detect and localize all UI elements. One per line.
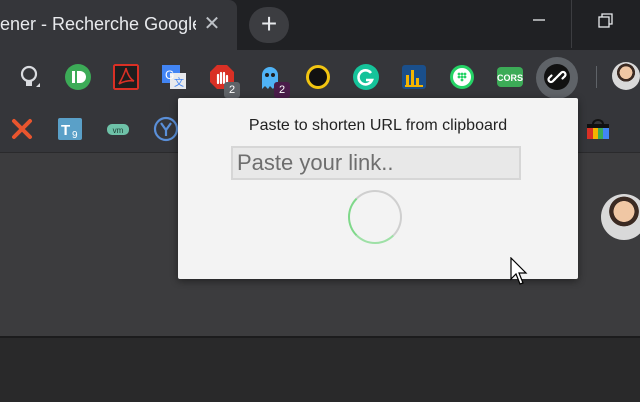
loading-spinner: [348, 190, 402, 244]
profile-avatar[interactable]: [612, 62, 640, 90]
popup-title: Paste to shorten URL from clipboard: [248, 117, 508, 134]
lightbulb-icon[interactable]: [16, 63, 44, 91]
bottom-bar: [0, 336, 640, 402]
tab-close-icon[interactable]: ✕: [202, 12, 222, 36]
svg-text:9: 9: [72, 130, 78, 141]
restore-button[interactable]: [574, 0, 640, 48]
link-icon[interactable]: [543, 63, 571, 91]
browser-tab[interactable]: ener - Recherche Google ✕: [0, 0, 237, 50]
analytics-icon[interactable]: [400, 63, 428, 91]
toolbar-divider: [596, 66, 597, 88]
dial-icon[interactable]: [448, 63, 476, 91]
svg-text:vm: vm: [113, 126, 124, 135]
minimize-button[interactable]: [505, 0, 571, 48]
mouse-cursor-icon: [510, 257, 528, 285]
link-input[interactable]: [231, 146, 521, 180]
dark-mode-icon[interactable]: [304, 63, 332, 91]
url-shortener-popup: Paste to shorten URL from clipboard: [178, 98, 578, 279]
svg-text:G: G: [165, 68, 174, 82]
x-bookmark-icon[interactable]: [8, 115, 36, 143]
minimize-icon: [533, 19, 545, 21]
ghostery-badge: 2: [274, 82, 290, 98]
cors-icon[interactable]: CORS: [496, 63, 524, 91]
svg-text:文: 文: [174, 76, 184, 89]
tab-strip: ener - Recherche Google ✕ +: [0, 0, 640, 50]
grammarly-icon[interactable]: [352, 63, 380, 91]
t9-bookmark-icon[interactable]: T 9: [56, 115, 84, 143]
adblock-badge: 2: [224, 82, 240, 98]
new-tab-button[interactable]: +: [249, 7, 289, 43]
restore-icon: [598, 13, 613, 28]
page-avatar[interactable]: [601, 194, 640, 240]
acrobat-icon[interactable]: [112, 63, 140, 91]
cors-label: CORS: [497, 73, 523, 83]
pushbullet-icon[interactable]: [64, 63, 92, 91]
vmware-bookmark-icon[interactable]: vm: [104, 115, 132, 143]
google-translate-icon[interactable]: G 文: [160, 63, 188, 91]
y-bookmark-icon[interactable]: [152, 115, 180, 143]
shop-bookmark-icon[interactable]: [584, 115, 612, 143]
tab-title: ener - Recherche Google: [0, 14, 196, 34]
svg-text:T: T: [61, 122, 70, 139]
window-controls-divider: [571, 0, 572, 48]
